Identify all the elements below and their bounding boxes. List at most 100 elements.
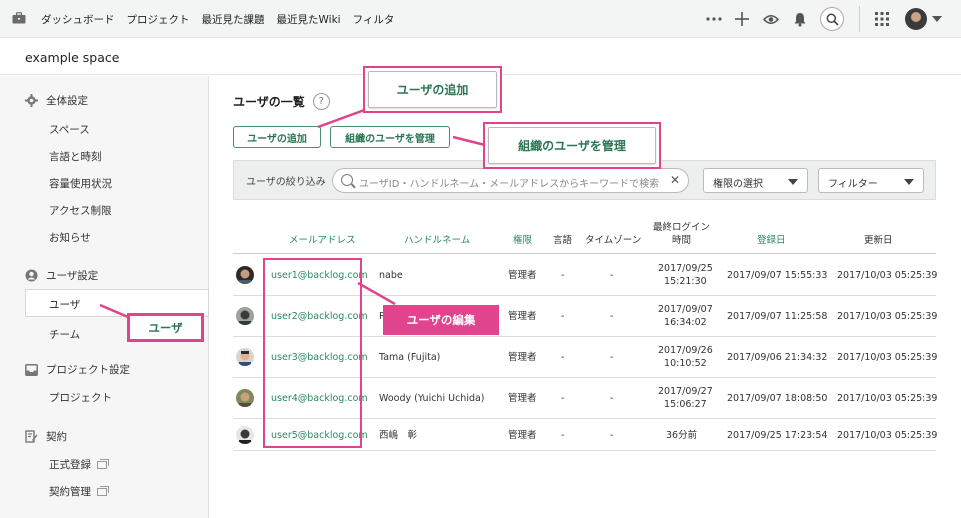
avatar (236, 266, 254, 284)
user-registered: 2017/09/07 15:55:33 (727, 270, 828, 281)
avatar (236, 348, 254, 366)
filter-select[interactable]: フィルター (818, 168, 924, 193)
bell-icon[interactable] (791, 10, 809, 28)
sidebar-item-projects[interactable]: プロジェクト (49, 390, 112, 405)
user-handle: Woody (Yuichi Uchida) (379, 393, 485, 404)
avatar[interactable] (905, 8, 927, 30)
user-handle: 西嶋 彰 (379, 430, 418, 441)
inbox-icon (24, 363, 38, 377)
user-last-login: 2017/09/26 10:10:52 (658, 344, 713, 370)
last-login-time: 15:21:30 (664, 276, 707, 287)
user-registered: 2017/09/07 11:25:58 (727, 311, 828, 322)
search-placeholder: ユーザID・ハンドルネーム・メールアドレスからキーワードで検索 (359, 179, 660, 190)
nav-recent-issues[interactable]: 最近見た課題 (202, 12, 265, 27)
user-registered: 2017/09/06 21:34:32 (727, 352, 828, 363)
search-icon (826, 13, 839, 26)
user-icon (24, 269, 38, 283)
plus-icon[interactable] (733, 10, 751, 28)
user-updated: 2017/10/03 05:25:39 (837, 430, 938, 441)
user-timezone: - (610, 270, 614, 281)
gear-icon (24, 94, 38, 108)
sidebar-section-label: 全体設定 (46, 95, 88, 107)
sidebar-item-access-restriction[interactable]: アクセス制限 (49, 203, 111, 218)
grid-icon[interactable] (873, 10, 891, 28)
sidebar-item-capacity[interactable]: 容量使用状況 (49, 176, 112, 191)
top-navigation-bar: ダッシュボード プロジェクト 最近見た課題 最近見たWiki フィルタ (0, 0, 961, 38)
more-icon[interactable] (705, 10, 723, 28)
divider (859, 6, 860, 32)
user-updated: 2017/10/03 05:25:39 (837, 352, 938, 363)
user-language: - (561, 430, 565, 441)
manage-org-users-button[interactable]: 組織のユーザを管理 (330, 126, 450, 148)
add-user-button[interactable]: ユーザの追加 (233, 126, 321, 148)
user-updated: 2017/10/03 05:25:39 (837, 311, 938, 322)
column-permission[interactable]: 権限 (513, 234, 532, 247)
email-column-highlight (263, 258, 362, 448)
callout-users: ユーザ (127, 313, 204, 342)
help-icon[interactable]: ? (312, 93, 330, 110)
sidebar-section-contract: 契約 (24, 429, 67, 444)
filter-label: ユーザの絞り込み (246, 177, 326, 188)
column-language: 言語 (553, 235, 573, 246)
chevron-down-icon (788, 179, 798, 185)
last-login-date: 2017/09/25 (658, 263, 713, 274)
chevron-down-icon[interactable] (932, 16, 942, 22)
user-updated: 2017/10/03 05:25:39 (837, 270, 938, 281)
sidebar-item-label: 正式登録 (49, 459, 91, 471)
last-login-time: 16:34:02 (664, 317, 707, 328)
external-link-icon (97, 458, 109, 469)
page-title-text: ユーザの一覧 (233, 95, 305, 109)
last-login-time: 10:10:52 (664, 358, 707, 369)
briefcase-icon[interactable] (12, 12, 26, 24)
user-handle: Tama (Fujita) (379, 352, 441, 363)
sidebar-item-contract-management[interactable]: 契約管理 (49, 484, 109, 499)
column-timezone: タイムゾーン (585, 235, 642, 246)
column-handle[interactable]: ハンドルネーム (404, 234, 470, 247)
nav-dashboard[interactable]: ダッシュボード (41, 12, 115, 27)
user-language: - (561, 270, 565, 281)
column-registered[interactable]: 登録日 (757, 234, 786, 247)
user-registered: 2017/09/07 18:08:50 (727, 393, 828, 404)
user-language: - (561, 311, 565, 322)
permission-select[interactable]: 権限の選択 (703, 168, 808, 193)
space-title[interactable]: example space (25, 50, 119, 65)
eye-icon[interactable] (762, 10, 780, 28)
callout-edit-user: ユーザの編集 (383, 305, 499, 335)
column-last-login-line2: 時間 (672, 235, 692, 246)
user-permission: 管理者 (508, 352, 537, 363)
column-email[interactable]: メールアドレス (289, 234, 356, 247)
avatar (236, 426, 254, 444)
user-last-login: 2017/09/27 15:06:27 (658, 385, 713, 411)
clear-icon[interactable]: ✕ (670, 173, 680, 187)
user-timezone: - (610, 352, 614, 363)
user-search-input[interactable]: ユーザID・ハンドルネーム・メールアドレスからキーワードで検索 ✕ (332, 168, 689, 193)
callout-manage-org-users: 組織のユーザを管理 (483, 122, 661, 169)
nav-filter[interactable]: フィルタ (353, 12, 395, 27)
user-updated: 2017/10/03 05:25:39 (837, 393, 938, 404)
search-button[interactable] (820, 7, 844, 31)
sidebar-section-general: 全体設定 (24, 93, 88, 108)
user-timezone: - (610, 311, 614, 322)
sidebar-item-language-time[interactable]: 言語と時刻 (49, 149, 102, 164)
user-permission: 管理者 (508, 270, 537, 281)
contract-icon (24, 430, 38, 444)
nav-projects[interactable]: プロジェクト (127, 12, 190, 27)
user-last-login: 2017/09/07 16:34:02 (658, 303, 713, 329)
last-login-date: 2017/09/26 (658, 345, 713, 356)
nav-recent-wiki[interactable]: 最近見たWiki (277, 12, 341, 27)
sidebar-item-registration[interactable]: 正式登録 (49, 457, 109, 472)
sidebar-item-teams[interactable]: チーム (49, 327, 80, 342)
callout-manage-org-users-label: 組織のユーザを管理 (488, 127, 656, 164)
permission-select-value: 権限の選択 (713, 179, 763, 190)
user-registered: 2017/09/25 17:23:54 (727, 430, 828, 441)
user-timezone: - (610, 393, 614, 404)
user-last-login: 2017/09/25 15:21:30 (658, 262, 713, 288)
callout-add-user-label: ユーザの追加 (368, 71, 497, 108)
sidebar-item-label: 契約管理 (49, 486, 91, 498)
column-last-login: 最終ログイン 時間 (653, 221, 710, 247)
user-language: - (561, 352, 565, 363)
page-title: ユーザの一覧 ? (233, 93, 330, 110)
sidebar-section-label: プロジェクト設定 (46, 364, 130, 376)
sidebar-item-space[interactable]: スペース (49, 122, 90, 137)
sidebar-item-notice[interactable]: お知らせ (49, 230, 91, 245)
